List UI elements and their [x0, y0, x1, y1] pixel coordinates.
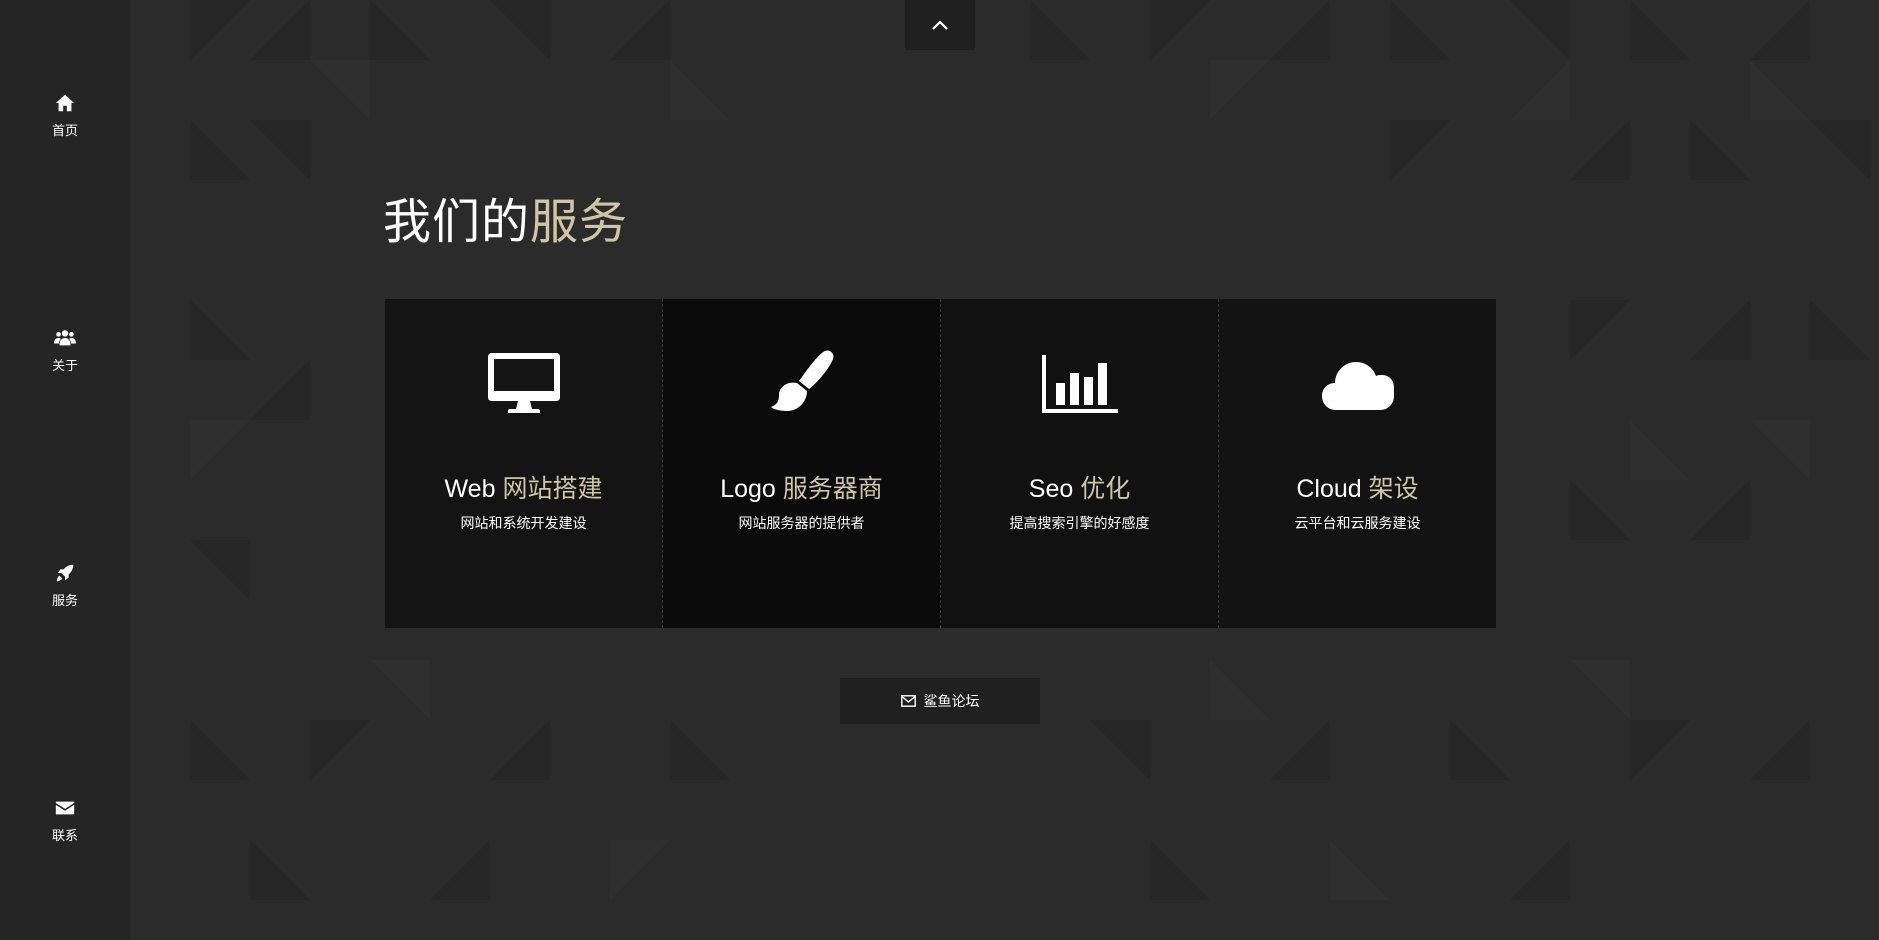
service-card-cloud[interactable]: Cloud 架设 云平台和云服务建设	[1219, 299, 1496, 628]
sidebar-item-label: 首页	[51, 124, 78, 139]
service-description: 提高搜索引擎的好感度	[1009, 516, 1150, 532]
paintbrush-icon	[764, 350, 840, 417]
service-card-logo[interactable]: Logo 服务器商 网站服务器的提供者	[663, 299, 941, 628]
service-title: Logo 服务器商	[720, 469, 883, 505]
home-icon	[55, 94, 75, 112]
service-card-seo[interactable]: Seo 优化 提高搜索引擎的好感度	[941, 299, 1219, 628]
sidebar-item-services[interactable]: 服务	[0, 562, 130, 609]
rocket-icon	[56, 564, 74, 582]
bar-chart-icon	[1041, 351, 1118, 417]
cloud-icon	[1320, 351, 1396, 417]
section-title-main: 我们的	[383, 194, 531, 250]
service-title-cn: 网站搭建	[502, 475, 603, 503]
service-title: Cloud 架设	[1296, 469, 1418, 505]
service-description: 网站和系统开发建设	[460, 516, 587, 532]
sidebar-item-label: 服务	[51, 594, 78, 609]
section-title-highlight: 服务	[530, 194, 629, 250]
service-title-cn: 服务器商	[782, 475, 883, 503]
chevron-up-icon	[932, 20, 948, 30]
envelope-icon	[55, 801, 75, 815]
service-title-en: Seo	[1028, 475, 1074, 503]
sidebar-item-about[interactable]: 关于	[0, 327, 130, 374]
service-description: 网站服务器的提供者	[738, 516, 865, 532]
service-description: 云平台和云服务建设	[1294, 516, 1421, 532]
services-grid: Web 网站搭建 网站和系统开发建设 Logo 服务器商 网站服务器的提供者 S…	[385, 299, 1496, 628]
sidebar-item-home[interactable]: 首页	[0, 92, 130, 139]
sidebar-item-contact[interactable]: 联系	[0, 797, 130, 844]
desktop-icon	[486, 351, 562, 417]
service-title-en: Logo	[720, 475, 776, 503]
sidebar-nav: 首页 关于 服务 联系	[0, 0, 130, 940]
scroll-top-button[interactable]	[905, 0, 975, 50]
sidebar-item-label: 联系	[51, 829, 78, 844]
envelope-outline-icon	[900, 695, 916, 707]
users-icon	[54, 330, 76, 346]
service-title-cn: 架设	[1368, 475, 1419, 503]
service-title-en: Web	[444, 475, 496, 503]
service-title-en: Cloud	[1296, 475, 1362, 503]
service-title: Web 网站搭建	[445, 469, 603, 505]
forum-button-label: 鲨鱼论坛	[923, 694, 980, 710]
service-title-cn: 优化	[1080, 475, 1131, 503]
section-title: 我们的服务	[383, 182, 628, 252]
service-title: Seo 优化	[1029, 469, 1130, 505]
forum-button[interactable]: 鲨鱼论坛	[840, 678, 1040, 724]
sidebar-item-label: 关于	[51, 359, 78, 374]
service-card-web[interactable]: Web 网站搭建 网站和系统开发建设	[385, 299, 663, 628]
